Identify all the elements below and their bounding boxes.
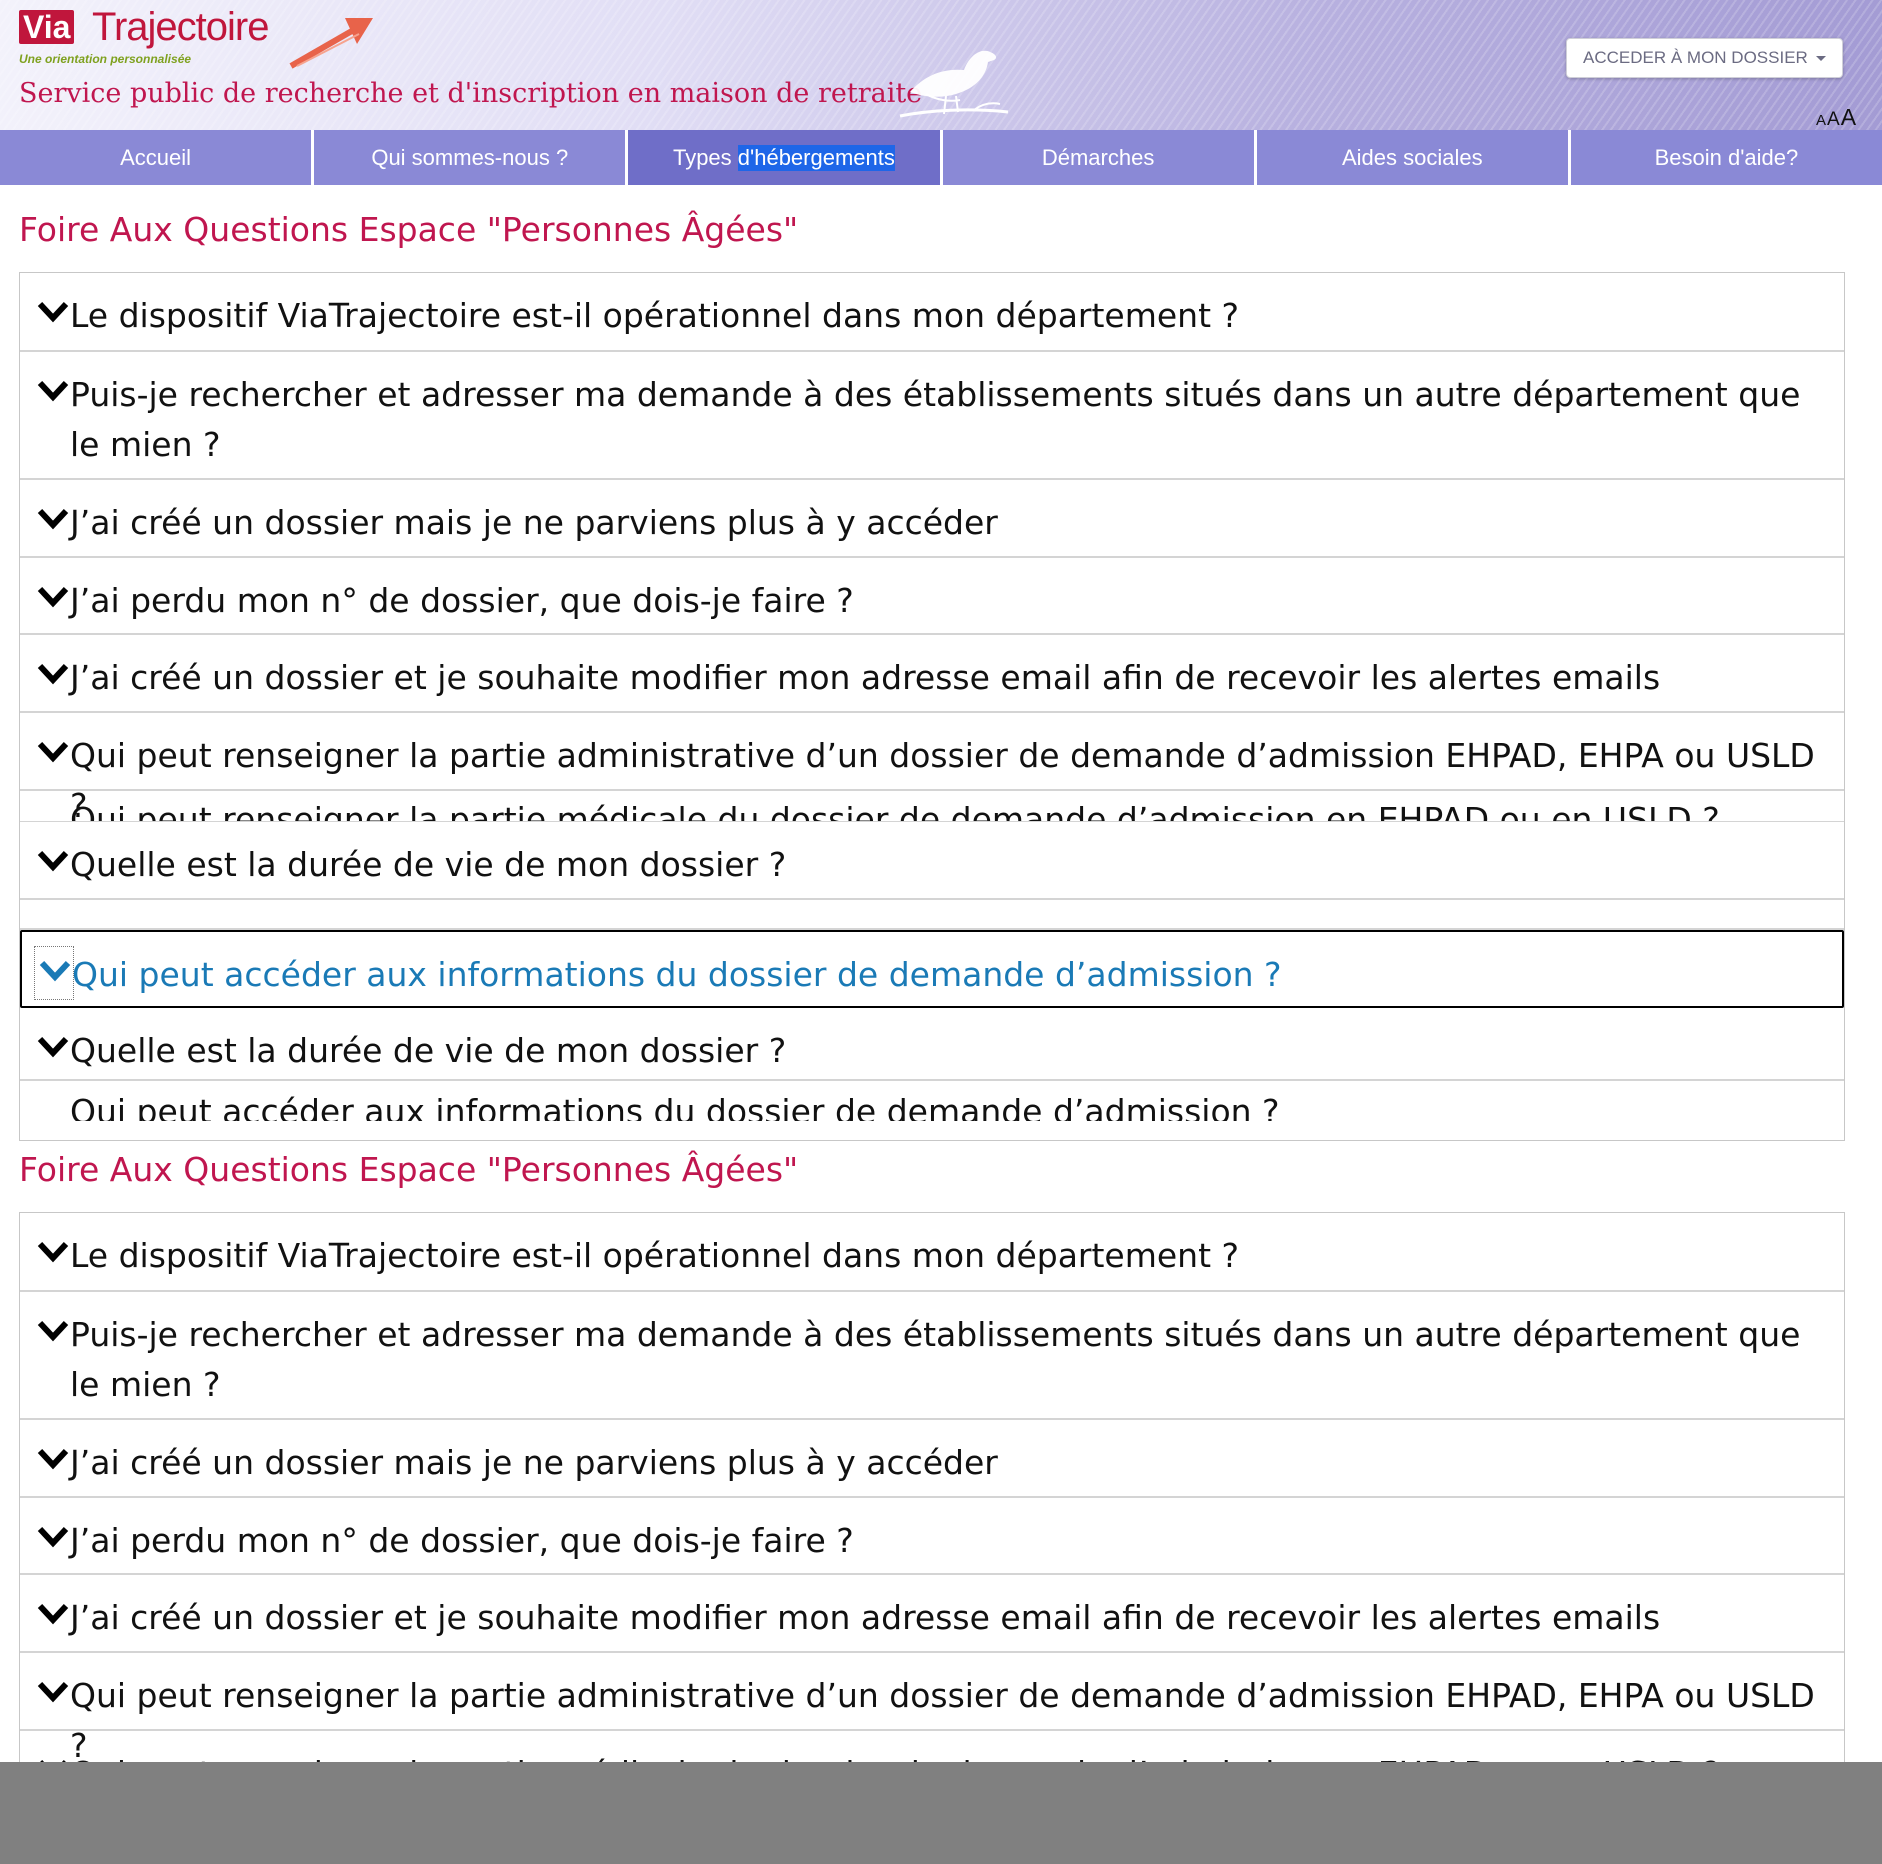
chevron-down-icon <box>37 1241 69 1263</box>
faq-question: Le dispositif ViaTrajectoire est-il opér… <box>70 1236 1240 1275</box>
faq-list-glitch: Quelle est la durée de vie de mon dossie… <box>19 822 1845 1141</box>
faq-item[interactable]: J’ai perdu mon n° de dossier, que dois-j… <box>20 558 1844 635</box>
nav-qui-sommes-nous[interactable]: Qui sommes-nous ? <box>314 130 626 185</box>
faq-item[interactable]: J’ai créé un dossier et je souhaite modi… <box>20 1575 1844 1653</box>
main-nav: Accueil Qui sommes-nous ? Types d'héberg… <box>0 130 1882 185</box>
chevron-down-icon <box>37 508 69 530</box>
grey-overlay <box>0 1762 1882 1864</box>
caret-down-icon <box>1815 55 1826 61</box>
nav-accueil[interactable]: Accueil <box>0 130 312 185</box>
faq-question: Quelle est la durée de vie de mon dossie… <box>70 1031 787 1070</box>
logo-via: Via <box>19 10 75 44</box>
faq-question: Quelle est la durée de vie de mon dossie… <box>70 845 787 884</box>
faq-question: Puis-je rechercher et adresser ma demand… <box>70 1315 1801 1404</box>
faq-item[interactable]: Puis-je rechercher et adresser ma demand… <box>20 352 1844 480</box>
faq-item[interactable]: Puis-je rechercher et adresser ma demand… <box>20 1292 1844 1420</box>
faq-item-clipped[interactable]: Qui peut accéder aux informations du dos… <box>20 1081 1844 1121</box>
chevron-down-icon <box>39 960 71 982</box>
access-my-file-button[interactable]: ACCEDER À MON DOSSIER <box>1566 38 1843 78</box>
faq-question: J’ai perdu mon n° de dossier, que dois-j… <box>70 581 854 620</box>
faq-item[interactable]: Qui peut renseigner la partie médicale d… <box>20 1731 1844 1763</box>
faq-list: Le dispositif ViaTrajectoire est-il opér… <box>19 1212 1845 1764</box>
faq-item[interactable]: Quelle est la durée de vie de mon dossie… <box>20 822 1844 900</box>
nav-besoin-aide[interactable]: Besoin d'aide? <box>1570 130 1882 185</box>
logo-arrow-icon <box>289 18 373 69</box>
nav-demarches[interactable]: Démarches <box>942 130 1254 185</box>
chevron-down-icon <box>37 1448 69 1470</box>
faq-item[interactable]: Qui peut renseigner la partie administra… <box>20 1653 1844 1763</box>
faq-item[interactable]: Le dispositif ViaTrajectoire est-il opér… <box>20 273 1844 352</box>
access-button-label: ACCEDER À MON DOSSIER <box>1583 48 1808 67</box>
faq-question: J’ai perdu mon n° de dossier, que dois-j… <box>70 1521 854 1560</box>
font-size-controls: A A A <box>1816 104 1856 130</box>
faq-question: Qui peut accéder aux informations du dos… <box>72 955 1282 994</box>
chevron-down-icon <box>37 1526 69 1548</box>
faq-item-clipped[interactable]: Qui peut renseigner la partie médicale d… <box>20 791 1844 823</box>
nav-aides-sociales[interactable]: Aides sociales <box>1256 130 1568 185</box>
viatrajectoire-logo[interactable]: Via Trajectoire Une orientation personna… <box>19 5 373 72</box>
chevron-down-icon <box>37 301 69 323</box>
faq-question: Qui peut renseigner la partie médicale d… <box>70 800 1720 823</box>
faq-question: J’ai créé un dossier et je souhaite modi… <box>70 658 1661 697</box>
faq-title: Foire Aux Questions Espace "Personnes Âg… <box>19 210 799 249</box>
faq-item-focused[interactable]: Qui peut accéder aux informations du dos… <box>20 930 1844 1008</box>
faq-question: J’ai créé un dossier mais je ne parviens… <box>70 503 998 542</box>
faq-question: Qui peut accéder aux informations du dos… <box>70 1092 1280 1121</box>
font-size-small-button[interactable]: A <box>1816 112 1826 129</box>
faq-question: Puis-je rechercher et adresser ma demand… <box>70 375 1801 464</box>
chevron-down-icon <box>37 1603 69 1625</box>
nav-types-label: Types <box>672 144 738 170</box>
chevron-down-icon <box>37 1681 69 1703</box>
chevron-down-icon <box>37 586 69 608</box>
faq-item[interactable]: Qui peut renseigner la partie administra… <box>20 713 1844 823</box>
faq-list: Le dispositif ViaTrajectoire est-il opér… <box>19 272 1845 824</box>
chevron-down-icon <box>37 741 69 763</box>
faq-item[interactable]: J’ai perdu mon n° de dossier, que dois-j… <box>20 1498 1844 1575</box>
chevron-down-icon <box>37 1320 69 1342</box>
chevron-down-icon <box>37 1036 69 1058</box>
faq-question: Le dispositif ViaTrajectoire est-il opér… <box>70 296 1240 335</box>
bird-icon <box>899 50 1009 118</box>
chevron-down-icon <box>37 663 69 685</box>
service-title: Service public de recherche et d'inscrip… <box>19 78 923 109</box>
font-size-large-button[interactable]: A <box>1841 104 1856 130</box>
logo-trajectoire: Trajectoire <box>92 5 269 49</box>
faq-item[interactable]: Le dispositif ViaTrajectoire est-il opér… <box>20 1213 1844 1292</box>
nav-selected-text: d'hébergements <box>737 144 895 171</box>
site-header: Via Trajectoire Une orientation personna… <box>0 0 1882 130</box>
font-size-medium-button[interactable]: A <box>1827 109 1840 130</box>
faq-question: J’ai créé un dossier et je souhaite modi… <box>70 1598 1661 1637</box>
logo-tagline: Une orientation personnalisée <box>19 52 192 66</box>
chevron-down-icon <box>37 850 69 872</box>
faq-spacer <box>20 900 1844 930</box>
faq-item[interactable]: J’ai créé un dossier mais je ne parviens… <box>20 480 1844 558</box>
faq-question: J’ai créé un dossier mais je ne parviens… <box>70 1443 998 1482</box>
faq-item[interactable]: J’ai créé un dossier et je souhaite modi… <box>20 635 1844 713</box>
faq-item[interactable]: J’ai créé un dossier mais je ne parviens… <box>20 1420 1844 1498</box>
chevron-down-icon <box>37 380 69 402</box>
faq-title: Foire Aux Questions Espace "Personnes Âg… <box>19 1150 799 1189</box>
faq-item[interactable]: Quelle est la durée de vie de mon dossie… <box>20 1008 1844 1081</box>
nav-types-hebergements[interactable]: Types d'hébergements <box>628 130 940 185</box>
